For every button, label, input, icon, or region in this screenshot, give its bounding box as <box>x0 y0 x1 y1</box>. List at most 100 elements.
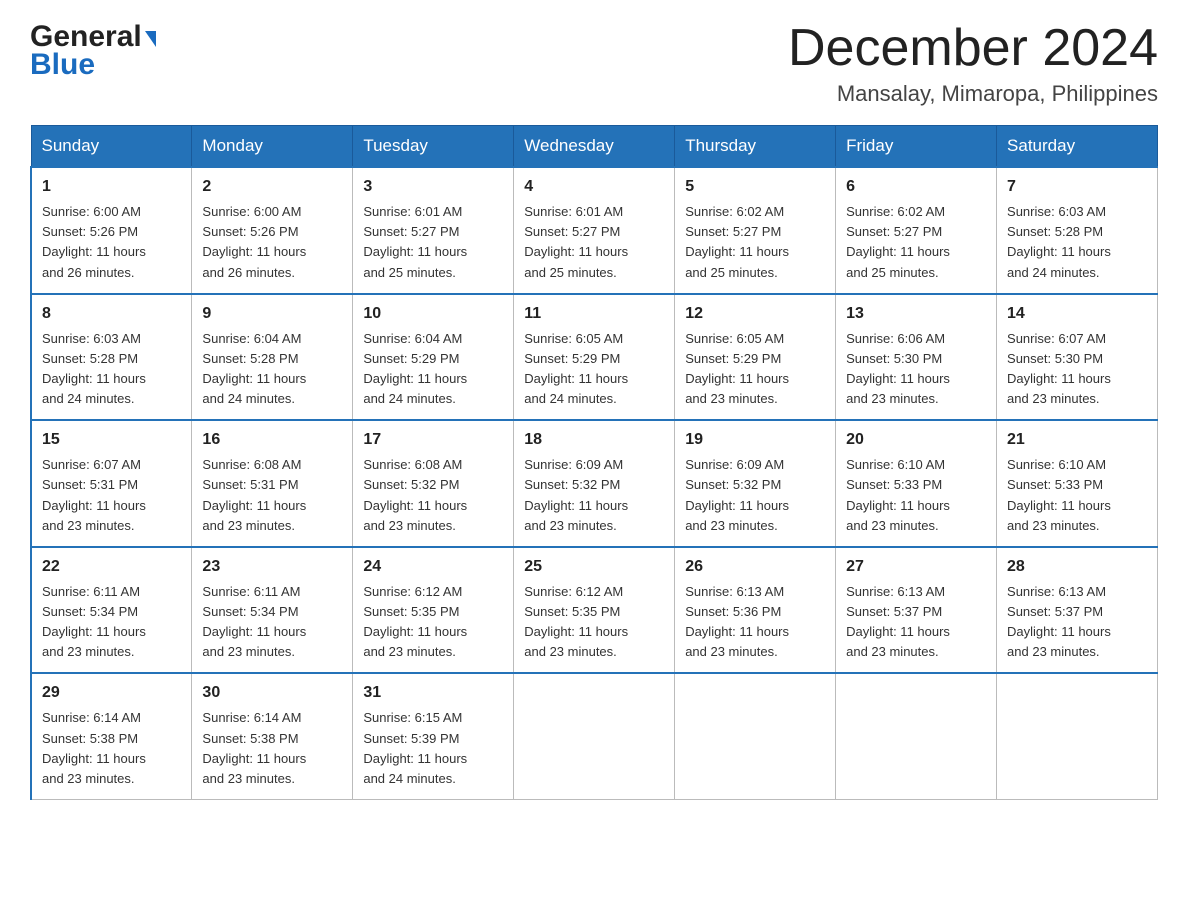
day-info: Sunrise: 6:05 AMSunset: 5:29 PMDaylight:… <box>685 329 825 410</box>
week-row: 15 Sunrise: 6:07 AMSunset: 5:31 PMDayligh… <box>31 420 1158 547</box>
day-info: Sunrise: 6:00 AMSunset: 5:26 PMDaylight:… <box>42 202 181 283</box>
logo-blue-text: Blue <box>30 48 156 82</box>
day-of-week-header: Sunday <box>31 126 192 168</box>
logo-triangle-icon <box>145 31 156 47</box>
calendar-cell: 6 Sunrise: 6:02 AMSunset: 5:27 PMDaylight… <box>836 167 997 294</box>
day-info: Sunrise: 6:03 AMSunset: 5:28 PMDaylight:… <box>42 329 181 410</box>
day-info: Sunrise: 6:00 AMSunset: 5:26 PMDaylight:… <box>202 202 342 283</box>
day-number: 11 <box>524 302 664 326</box>
day-number: 16 <box>202 428 342 452</box>
day-info: Sunrise: 6:13 AMSunset: 5:36 PMDaylight:… <box>685 582 825 663</box>
calendar-cell: 20 Sunrise: 6:10 AMSunset: 5:33 PMDayligh… <box>836 420 997 547</box>
day-info: Sunrise: 6:07 AMSunset: 5:30 PMDaylight:… <box>1007 329 1147 410</box>
calendar-cell: 24Sunrise: 6:12 AMSunset: 5:35 PMDayligh… <box>353 547 514 674</box>
day-info: Sunrise: 6:14 AMSunset: 5:38 PMDaylight:… <box>202 708 342 789</box>
calendar-cell: 2 Sunrise: 6:00 AMSunset: 5:26 PMDaylight… <box>192 167 353 294</box>
day-number: 3 <box>363 175 503 199</box>
calendar-cell: 8Sunrise: 6:03 AMSunset: 5:28 PMDaylight… <box>31 294 192 421</box>
day-number: 1 <box>42 175 181 199</box>
day-number: 12 <box>685 302 825 326</box>
day-number: 29 <box>42 681 181 705</box>
day-info: Sunrise: 6:02 AMSunset: 5:27 PMDaylight:… <box>685 202 825 283</box>
day-number: 23 <box>202 555 342 579</box>
day-info: Sunrise: 6:09 AMSunset: 5:32 PMDaylight:… <box>524 455 664 536</box>
day-info: Sunrise: 6:03 AMSunset: 5:28 PMDaylight:… <box>1007 202 1147 283</box>
day-number: 5 <box>685 175 825 199</box>
day-info: Sunrise: 6:11 AMSunset: 5:34 PMDaylight:… <box>42 582 181 663</box>
week-row: 22 Sunrise: 6:11 AMSunset: 5:34 PMDayligh… <box>31 547 1158 674</box>
calendar-cell: 26 Sunrise: 6:13 AMSunset: 5:36 PMDayligh… <box>675 547 836 674</box>
calendar-cell: 9Sunrise: 6:04 AMSunset: 5:28 PMDaylight… <box>192 294 353 421</box>
month-title: December 2024 <box>788 20 1158 77</box>
day-number: 31 <box>363 681 503 705</box>
day-info: Sunrise: 6:08 AMSunset: 5:32 PMDaylight:… <box>363 455 503 536</box>
day-number: 17 <box>363 428 503 452</box>
day-number: 26 <box>685 555 825 579</box>
day-info: Sunrise: 6:02 AMSunset: 5:27 PMDaylight:… <box>846 202 986 283</box>
calendar-cell: 31 Sunrise: 6:15 AMSunset: 5:39 PMDayligh… <box>353 673 514 799</box>
week-row: 1 Sunrise: 6:00 AMSunset: 5:26 PMDaylight… <box>31 167 1158 294</box>
day-info: Sunrise: 6:01 AMSunset: 5:27 PMDaylight:… <box>363 202 503 283</box>
day-number: 24 <box>363 555 503 579</box>
day-number: 18 <box>524 428 664 452</box>
day-info: Sunrise: 6:10 AMSunset: 5:33 PMDaylight:… <box>846 455 986 536</box>
day-number: 7 <box>1007 175 1147 199</box>
day-info: Sunrise: 6:08 AMSunset: 5:31 PMDaylight:… <box>202 455 342 536</box>
calendar-cell: 10 Sunrise: 6:04 AMSunset: 5:29 PMDayligh… <box>353 294 514 421</box>
calendar-cell: 28Sunrise: 6:13 AMSunset: 5:37 PMDayligh… <box>997 547 1158 674</box>
day-info: Sunrise: 6:04 AMSunset: 5:29 PMDaylight:… <box>363 329 503 410</box>
day-number: 2 <box>202 175 342 199</box>
location-title: Mansalay, Mimaropa, Philippines <box>788 81 1158 107</box>
calendar-cell: 30 Sunrise: 6:14 AMSunset: 5:38 PMDayligh… <box>192 673 353 799</box>
day-number: 28 <box>1007 555 1147 579</box>
page-header: General Blue December 2024 Mansalay, Mim… <box>30 20 1158 107</box>
day-of-week-header: Friday <box>836 126 997 168</box>
day-of-week-header: Tuesday <box>353 126 514 168</box>
day-info: Sunrise: 6:14 AMSunset: 5:38 PMDaylight:… <box>42 708 181 789</box>
calendar-cell: 12 Sunrise: 6:05 AMSunset: 5:29 PMDayligh… <box>675 294 836 421</box>
day-number: 14 <box>1007 302 1147 326</box>
calendar-cell: 3 Sunrise: 6:01 AMSunset: 5:27 PMDaylight… <box>353 167 514 294</box>
day-number: 30 <box>202 681 342 705</box>
day-number: 22 <box>42 555 181 579</box>
day-number: 20 <box>846 428 986 452</box>
calendar-cell <box>675 673 836 799</box>
day-info: Sunrise: 6:15 AMSunset: 5:39 PMDaylight:… <box>363 708 503 789</box>
day-number: 10 <box>363 302 503 326</box>
calendar-header-row: SundayMondayTuesdayWednesdayThursdayFrid… <box>31 126 1158 168</box>
day-info: Sunrise: 6:10 AMSunset: 5:33 PMDaylight:… <box>1007 455 1147 536</box>
calendar-cell: 18 Sunrise: 6:09 AMSunset: 5:32 PMDayligh… <box>514 420 675 547</box>
day-info: Sunrise: 6:07 AMSunset: 5:31 PMDaylight:… <box>42 455 181 536</box>
day-number: 21 <box>1007 428 1147 452</box>
calendar-cell: 14 Sunrise: 6:07 AMSunset: 5:30 PMDayligh… <box>997 294 1158 421</box>
calendar-cell: 16 Sunrise: 6:08 AMSunset: 5:31 PMDayligh… <box>192 420 353 547</box>
day-number: 6 <box>846 175 986 199</box>
day-info: Sunrise: 6:09 AMSunset: 5:32 PMDaylight:… <box>685 455 825 536</box>
day-number: 15 <box>42 428 181 452</box>
day-number: 9 <box>202 302 342 326</box>
logo: General Blue <box>30 20 156 82</box>
calendar-cell <box>836 673 997 799</box>
calendar-cell: 25Sunrise: 6:12 AMSunset: 5:35 PMDayligh… <box>514 547 675 674</box>
calendar-cell: 1 Sunrise: 6:00 AMSunset: 5:26 PMDaylight… <box>31 167 192 294</box>
day-number: 19 <box>685 428 825 452</box>
calendar-cell: 19 Sunrise: 6:09 AMSunset: 5:32 PMDayligh… <box>675 420 836 547</box>
day-info: Sunrise: 6:01 AMSunset: 5:27 PMDaylight:… <box>524 202 664 283</box>
calendar-cell: 22 Sunrise: 6:11 AMSunset: 5:34 PMDayligh… <box>31 547 192 674</box>
day-of-week-header: Wednesday <box>514 126 675 168</box>
calendar-cell: 27 Sunrise: 6:13 AMSunset: 5:37 PMDayligh… <box>836 547 997 674</box>
day-number: 27 <box>846 555 986 579</box>
calendar-cell <box>514 673 675 799</box>
calendar-cell: 17 Sunrise: 6:08 AMSunset: 5:32 PMDayligh… <box>353 420 514 547</box>
calendar-table: SundayMondayTuesdayWednesdayThursdayFrid… <box>30 125 1158 800</box>
calendar-cell: 21 Sunrise: 6:10 AMSunset: 5:33 PMDayligh… <box>997 420 1158 547</box>
day-info: Sunrise: 6:05 AMSunset: 5:29 PMDaylight:… <box>524 329 664 410</box>
calendar-cell: 23Sunrise: 6:11 AMSunset: 5:34 PMDayligh… <box>192 547 353 674</box>
calendar-cell: 13Sunrise: 6:06 AMSunset: 5:30 PMDayligh… <box>836 294 997 421</box>
day-number: 25 <box>524 555 664 579</box>
day-number: 4 <box>524 175 664 199</box>
calendar-cell: 29 Sunrise: 6:14 AMSunset: 5:38 PMDayligh… <box>31 673 192 799</box>
calendar-cell <box>997 673 1158 799</box>
calendar-cell: 11 Sunrise: 6:05 AMSunset: 5:29 PMDayligh… <box>514 294 675 421</box>
day-info: Sunrise: 6:13 AMSunset: 5:37 PMDaylight:… <box>846 582 986 663</box>
